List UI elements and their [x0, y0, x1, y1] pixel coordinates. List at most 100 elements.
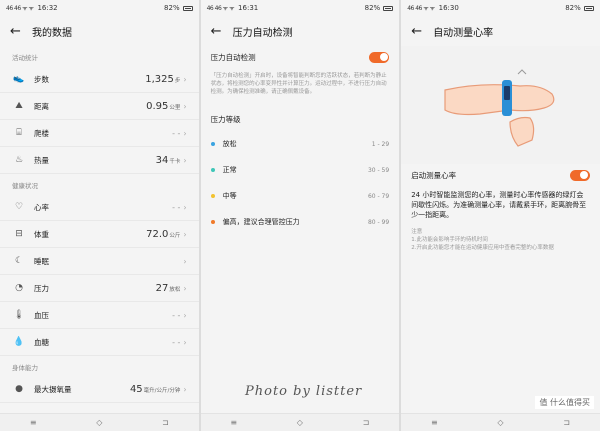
- back-arrow-icon[interactable]: ←: [411, 24, 429, 39]
- battery-percent: 82%: [164, 4, 180, 12]
- flame-icon: ♨: [14, 155, 24, 165]
- page-title: 自动测量心率: [433, 27, 494, 39]
- home-icon[interactable]: ◇: [96, 418, 102, 427]
- status-bar: 46 46 ᯤ ᯤ 16:31 82%: [201, 0, 400, 16]
- section-health: 健康状况: [12, 182, 38, 190]
- heart-rate-toggle-row: 启动测量心率: [401, 164, 600, 186]
- battery-percent: 82%: [364, 4, 381, 12]
- row-label: 睡眠: [34, 256, 49, 266]
- chevron-right-icon: ›: [183, 337, 187, 347]
- nav-bar: ≡ ◇ ⊐: [0, 413, 199, 431]
- back-icon[interactable]: ⊐: [363, 418, 370, 427]
- row-value: 72.0: [146, 228, 169, 240]
- chevron-right-icon: ›: [183, 283, 187, 293]
- row-weight[interactable]: ⊟ 体重 72.0公斤 ›: [0, 221, 199, 248]
- row-value: 0.95: [146, 100, 169, 112]
- row-stress[interactable]: ◔ 压力 27放松 ›: [0, 275, 199, 302]
- level-name: 放松: [222, 140, 237, 148]
- chevron-right-icon: ›: [183, 256, 187, 266]
- battery-icon: [383, 5, 394, 11]
- stress-level-heading: 压力等级: [210, 115, 241, 124]
- section-fitness: 身体能力: [12, 364, 38, 372]
- home-icon[interactable]: ◇: [297, 418, 303, 427]
- row-unit: 毫升/公斤/分钟: [143, 387, 181, 394]
- level-dot: [210, 168, 215, 172]
- wrist-band-illustration: [401, 46, 600, 164]
- title-bar: ← 压力自动检测: [201, 16, 400, 46]
- row-value: - -: [172, 202, 181, 212]
- signal-icon: 46 46 ᯤ ᯤ: [206, 5, 235, 12]
- stress-toggle-switch[interactable]: [369, 51, 390, 63]
- phone-auto-heart-rate: 46 46 ᯤ ᯤ 16:30 82% ← 自动测量心率 启动测量心率 24 小: [401, 0, 600, 431]
- row-label: 心率: [34, 202, 49, 212]
- chevron-right-icon: ›: [183, 310, 187, 320]
- back-arrow-icon[interactable]: ←: [10, 24, 28, 39]
- menu-icon[interactable]: ≡: [30, 418, 37, 427]
- chevron-right-icon: ›: [183, 229, 187, 239]
- heart-icon: ♡: [14, 202, 24, 212]
- row-label: 压力: [34, 283, 49, 293]
- row-unit: 公里: [169, 104, 181, 111]
- back-icon[interactable]: ⊐: [162, 418, 169, 427]
- toggle-label: 启动测量心率: [411, 170, 457, 180]
- title-bar: ← 自动测量心率: [401, 16, 600, 46]
- stress-toggle-row: 压力自动检测: [201, 46, 400, 68]
- level-range: 30 - 59: [367, 166, 390, 174]
- row-value: 34: [155, 154, 169, 166]
- signal-icon: 46 46 ᯤ ᯤ: [407, 5, 435, 12]
- row-steps[interactable]: 👟 步数 1,325步 ›: [0, 66, 199, 93]
- row-calories[interactable]: ♨ 热量 34千卡 ›: [0, 147, 199, 174]
- level-row-relaxed: 放松 1 - 29: [201, 131, 400, 157]
- battery-percent: 82%: [565, 4, 581, 12]
- section-activity: 活动统计: [12, 54, 38, 62]
- row-blood-pressure[interactable]: 🌡 血压 - - ›: [0, 302, 199, 329]
- note-item-2: 2.开启此功能您才能在运动健康应用中查看完整的心率数据: [411, 245, 554, 251]
- battery-icon: [583, 5, 594, 11]
- nav-bar: ≡ ◇ ⊐: [401, 413, 600, 431]
- row-sleep[interactable]: ☾ 睡眠 ›: [0, 248, 199, 275]
- scale-icon: ⊟: [15, 229, 23, 239]
- nav-bar: ≡ ◇ ⊐: [200, 413, 400, 431]
- chevron-right-icon: ›: [183, 101, 187, 111]
- row-unit: 步: [174, 77, 181, 84]
- phone-my-data: 46 46 ᯤ ᯤ 16:32 82% ← 我的数据 活动统计 👟 步数 1,3…: [0, 0, 199, 431]
- photo-watermark: Photo by listter: [245, 384, 363, 399]
- menu-icon[interactable]: ≡: [230, 418, 237, 427]
- row-label: 血压: [34, 310, 49, 320]
- row-blood-glucose[interactable]: 💧 血糖 - - ›: [0, 329, 199, 356]
- row-label: 距离: [34, 101, 49, 111]
- level-name: 中等: [222, 192, 237, 200]
- back-arrow-icon[interactable]: ←: [211, 24, 229, 39]
- row-value: 1,325: [145, 73, 174, 85]
- chevron-right-icon: ›: [183, 202, 187, 212]
- row-distance[interactable]: ⛰ 距离 0.95公里 ›: [0, 93, 199, 120]
- level-dot: [210, 142, 215, 146]
- page-title: 压力自动检测: [232, 27, 293, 39]
- note-item-1: 1.此功能会影响手环的待机时间: [411, 237, 488, 243]
- row-heart-rate[interactable]: ♡ 心率 - - ›: [0, 194, 199, 221]
- level-name: 正常: [222, 166, 237, 174]
- level-row-normal: 正常 30 - 59: [201, 157, 400, 183]
- row-vo2max[interactable]: ● 最大摄氧量 45毫升/公斤/分钟 ›: [0, 376, 199, 403]
- gauge-icon: ◔: [15, 283, 23, 293]
- menu-icon[interactable]: ≡: [431, 418, 438, 427]
- drop-icon: 💧: [13, 337, 25, 347]
- row-label: 热量: [34, 155, 49, 165]
- row-value: 27: [155, 282, 169, 294]
- row-unit: 千卡: [169, 158, 181, 165]
- heart-rate-toggle-switch[interactable]: [569, 169, 590, 181]
- row-label: 爬楼: [34, 128, 49, 138]
- row-floors[interactable]: ⌸ 爬楼 - - ›: [0, 120, 199, 147]
- stairs-icon: ⌸: [16, 128, 22, 138]
- level-row-medium: 中等 60 - 79: [201, 183, 400, 209]
- signal-icon: 46 46 ᯤ ᯤ: [6, 5, 34, 12]
- chevron-right-icon: ›: [183, 384, 187, 394]
- back-icon[interactable]: ⊐: [563, 418, 570, 427]
- steps-icon: 👟: [13, 74, 25, 84]
- level-dot: [210, 194, 215, 198]
- chevron-right-icon: ›: [183, 74, 187, 84]
- home-icon[interactable]: ◇: [497, 418, 503, 427]
- status-time: 16:30: [438, 4, 459, 12]
- row-label: 体重: [34, 229, 49, 239]
- chevron-right-icon: ›: [183, 128, 187, 138]
